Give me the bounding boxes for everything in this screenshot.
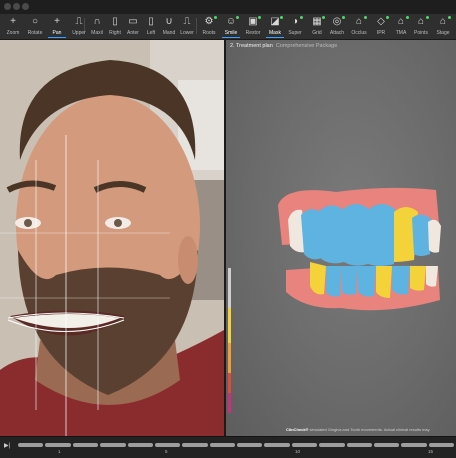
patient-photo-panel[interactable] (0, 40, 224, 436)
tool-label: Zoom (6, 30, 20, 36)
window-maximize-button[interactable] (22, 3, 29, 10)
timeline-stage-segment[interactable] (346, 443, 372, 447)
tool-tma-button[interactable]: ⌂ TMA (390, 14, 412, 39)
tool-label: Roots (202, 30, 216, 36)
app-window: + Zoom ○ Rotate + Pan ⎍ Upper ∩ Maxil ▯ Right ▭ Anter… (0, 0, 456, 458)
tool-attach-button[interactable]: ◎ Attach (326, 14, 348, 39)
tool-smile-button[interactable]: ☺ Smile (220, 14, 242, 39)
timeline-stage-segment[interactable] (154, 443, 181, 447)
tool-label: Super (288, 30, 302, 36)
rotate-icon: ○ (31, 16, 39, 27)
status-badge (448, 16, 451, 19)
movement-color-scale (228, 268, 231, 413)
tool-label: TMA (395, 30, 407, 36)
status-badge (426, 16, 429, 19)
tool-rotate-button[interactable]: ○ Rotate (24, 14, 46, 39)
timeline-track[interactable] (18, 443, 454, 447)
status-badge (236, 16, 239, 19)
dental-arch-model[interactable] (226, 40, 456, 436)
status-badge (342, 16, 345, 19)
timeline-stage-segment[interactable] (428, 443, 454, 447)
status-badge (364, 16, 367, 19)
window-minimize-button[interactable] (13, 3, 20, 10)
tool-roots-button[interactable]: ⚙ Roots (198, 14, 220, 39)
timeline-stage-segment[interactable] (264, 443, 290, 447)
timeline-stage-segment[interactable] (127, 443, 153, 447)
pan-icon: + (54, 16, 60, 27)
view-footnote: ClinCheck® simulated Gingiva and Tooth m… (286, 427, 430, 432)
timeline-stage-segment[interactable] (401, 443, 427, 447)
timeline-stage-segment[interactable] (319, 443, 345, 447)
tool-occlus-button[interactable]: ⌂ Occlus (348, 14, 370, 39)
tool-label: Rotate (27, 30, 43, 36)
timeline-stage-segment[interactable] (182, 443, 208, 447)
status-badge (300, 16, 303, 19)
tool-stage-button[interactable]: ⌂ Stage (432, 14, 454, 39)
stage-timeline: ▶| 1 5 10 15 (0, 436, 456, 458)
patient-face-photo (0, 40, 224, 436)
timeline-tick: 1 (58, 449, 61, 454)
tool-lower-button[interactable]: ⎍ Lower (176, 14, 198, 39)
tool-label: Points (414, 30, 428, 36)
timeline-tick: 10 (295, 449, 301, 454)
status-badge (386, 16, 389, 19)
tool-mask-button[interactable]: ◪ Mask (264, 14, 286, 39)
tool-label: Lower (180, 30, 194, 36)
zoom-icon: + (10, 16, 16, 27)
tool-label: Grid (312, 30, 322, 36)
status-badge (406, 16, 409, 19)
timeline-stage-segment[interactable] (45, 443, 71, 447)
tool-label: IPR (376, 30, 386, 36)
tool-label: Occlus (351, 30, 367, 36)
tool-label: Pan (52, 30, 62, 36)
status-badge (322, 16, 325, 19)
window-close-button[interactable] (4, 3, 11, 10)
tool-super-button[interactable]: ◑ Super (284, 14, 306, 39)
window-titlebar (0, 0, 456, 14)
tool-label: Restor (245, 30, 261, 36)
footnote-text: simulated Gingiva and Tooth movements. A… (309, 427, 430, 432)
tool-label: Stage (436, 30, 450, 36)
toolbar: + Zoom ○ Rotate + Pan ⎍ Upper ∩ Maxil ▯ Right ▭ Anter… (0, 14, 456, 40)
tool-label: Attach (329, 30, 345, 36)
tool-label: Smile (224, 30, 238, 36)
tool-zoom-button[interactable]: + Zoom (2, 14, 24, 39)
timeline-stage-segment[interactable] (373, 443, 400, 447)
tool-pan-button[interactable]: + Pan (46, 14, 68, 39)
status-badge (214, 16, 217, 19)
lower-icon: ⎍ (183, 16, 191, 27)
status-badge (280, 16, 283, 19)
timeline-tick: 15 (428, 449, 434, 454)
timeline-stage-segment[interactable] (237, 443, 263, 447)
play-icon[interactable]: ▶| (4, 442, 10, 449)
footnote-brand: ClinCheck® (286, 427, 309, 432)
timeline-tick: 5 (165, 449, 168, 454)
status-badge (258, 16, 261, 19)
tool-ipr-button[interactable]: ◇ IPR (370, 14, 392, 39)
timeline-stage-segment[interactable] (18, 443, 44, 447)
timeline-stage-segment[interactable] (100, 443, 126, 447)
timeline-stage-segment[interactable] (291, 443, 318, 447)
treatment-3d-view[interactable]: 2. Treatment planComprehensive Package (226, 40, 456, 436)
tool-label: Mask (269, 30, 281, 36)
tool-grid-button[interactable]: ▦ Grid (306, 14, 328, 39)
tool-points-button[interactable]: ⌂ Points (410, 14, 432, 39)
tool-restor-button[interactable]: ▣ Restor (242, 14, 264, 39)
timeline-stage-segment[interactable] (209, 443, 235, 447)
timeline-stage-segment[interactable] (72, 443, 99, 447)
